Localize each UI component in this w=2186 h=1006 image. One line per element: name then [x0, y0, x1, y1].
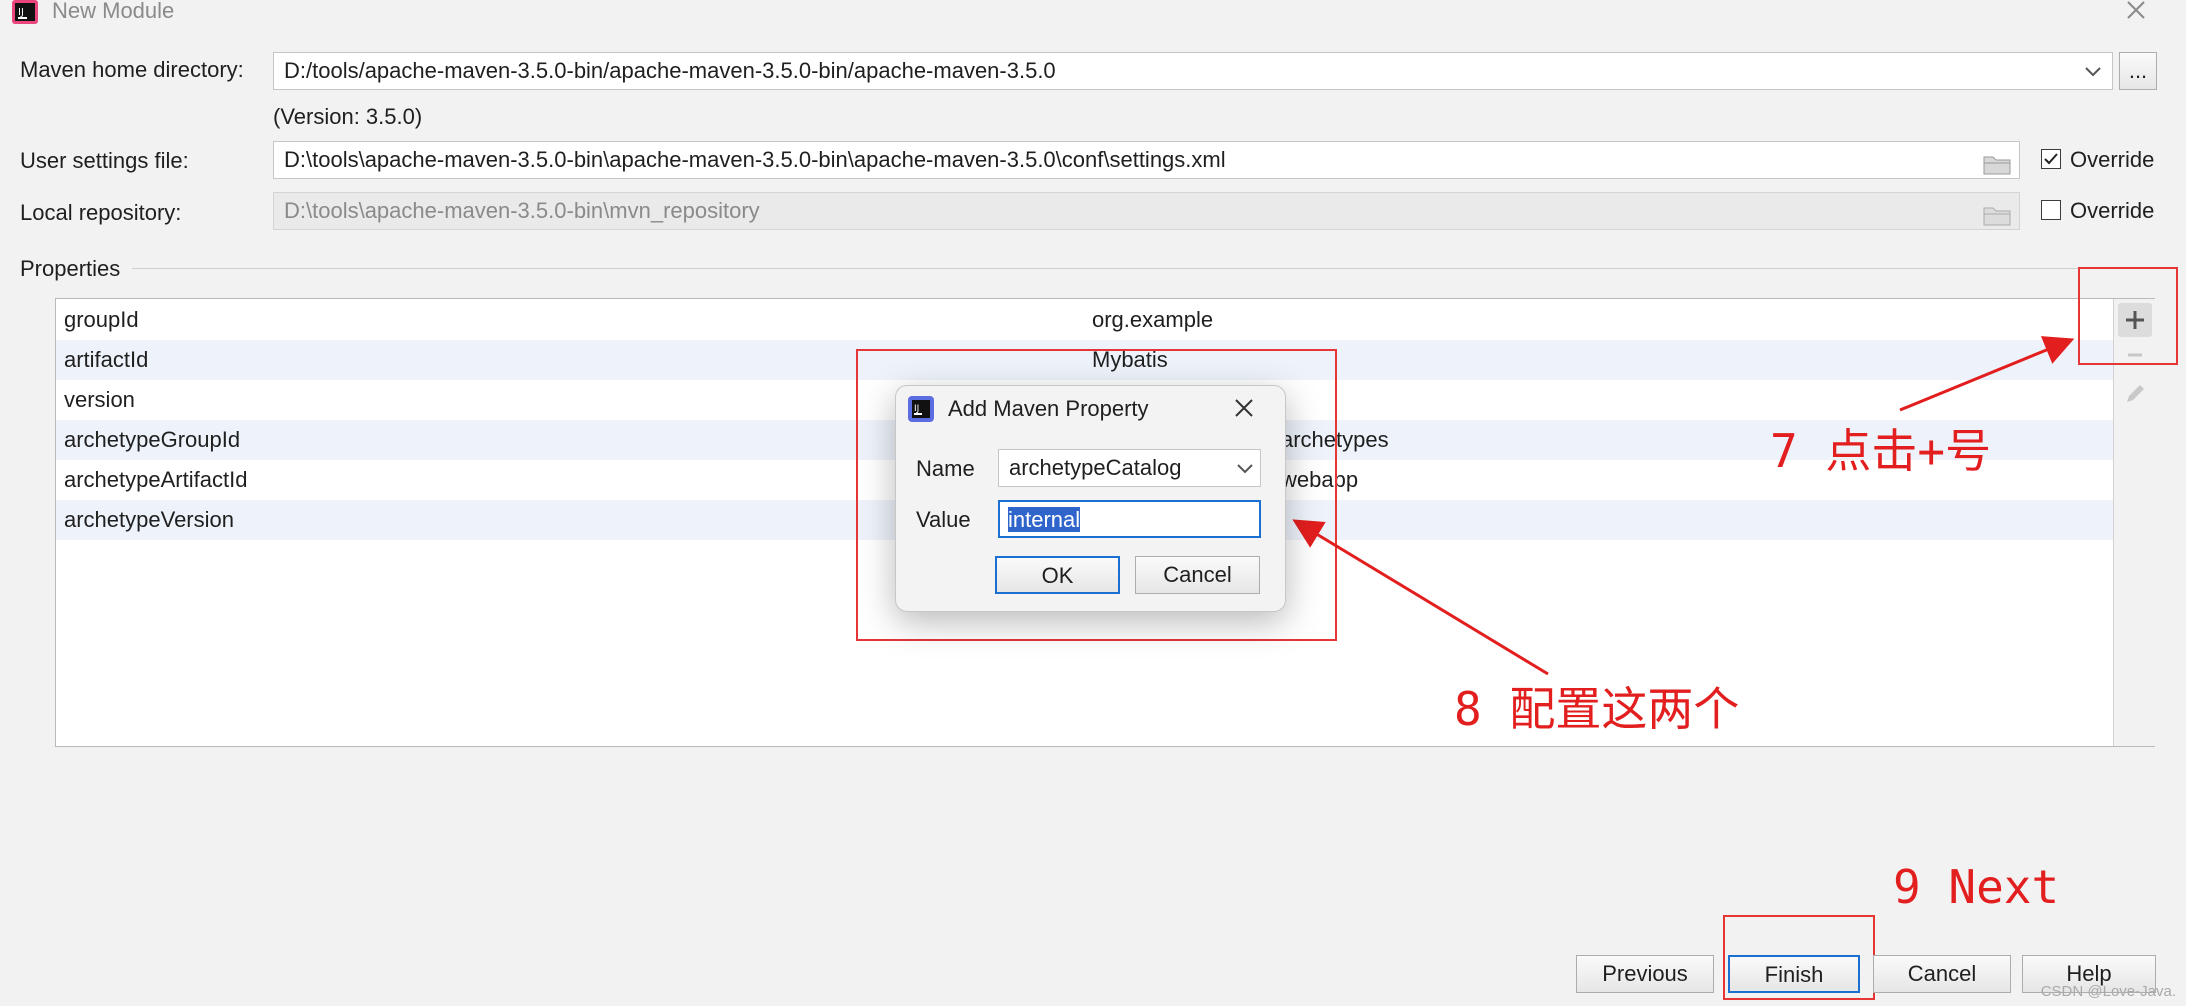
property-value-input[interactable]: internal: [998, 500, 1261, 538]
property-name-value: archetypeCatalog: [1009, 455, 1182, 480]
annotation-step-7: 7 点击+号: [1770, 424, 1992, 478]
svg-text:IJ: IJ: [914, 404, 919, 414]
dialog-cancel-button[interactable]: Cancel: [1135, 556, 1260, 594]
annotation-step-8: 8 配置这两个: [1454, 682, 1740, 736]
add-maven-property-dialog[interactable]: IJ Add Maven Property Name archetypeCata…: [895, 385, 1286, 612]
watermark-text: CSDN @Love-Java.: [2040, 983, 2176, 1000]
dialog-name-label: Name: [916, 456, 975, 481]
dialog-ok-button[interactable]: OK: [995, 556, 1120, 594]
previous-button[interactable]: Previous: [1576, 955, 1714, 993]
cancel-button[interactable]: Cancel: [1873, 955, 2011, 993]
annotation-step-9: 9 Next: [1893, 860, 2060, 914]
dialog-app-icon: IJ: [908, 396, 934, 422]
arrow-to-dialog: [1292, 519, 1549, 676]
arrow-to-add-button: [1899, 336, 2075, 412]
property-name-select[interactable]: archetypeCatalog: [998, 449, 1261, 487]
dialog-value-label: Value: [916, 507, 971, 532]
finish-button[interactable]: Finish: [1728, 955, 1860, 993]
chevron-down-icon: [1236, 450, 1254, 486]
property-value-text: internal: [1008, 507, 1081, 532]
dialog-title: Add Maven Property: [948, 396, 1149, 421]
dialog-close-icon[interactable]: [1232, 396, 1256, 420]
